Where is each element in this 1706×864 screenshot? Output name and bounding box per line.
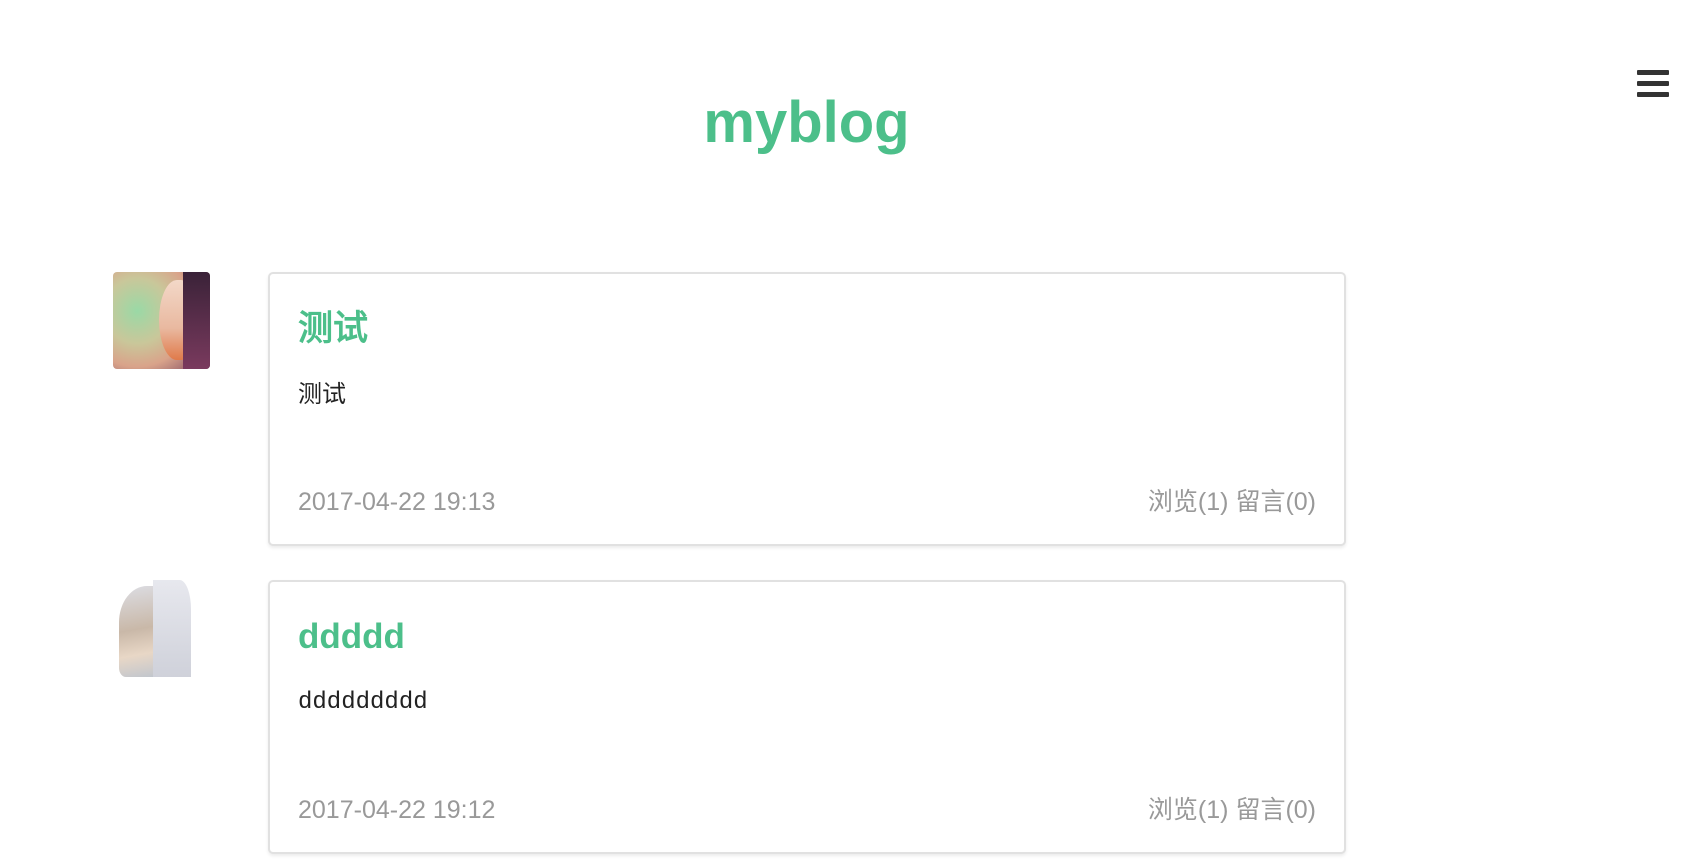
avatar-hair-shape bbox=[153, 580, 191, 677]
post-date: 2017-04-22 19:13 bbox=[298, 488, 496, 516]
post-stats: 浏览(1) 留言(0) bbox=[1148, 487, 1316, 517]
author-avatar[interactable] bbox=[113, 580, 210, 677]
post-card[interactable]: ddddd ddddddddd 2017-04-22 19:12 浏览(1) 留… bbox=[268, 580, 1346, 854]
post-views-count[interactable]: 浏览(1) bbox=[1148, 488, 1229, 516]
post-excerpt: ddddddddd bbox=[298, 689, 428, 716]
post-title[interactable]: 测试 bbox=[298, 308, 368, 350]
menu-bar bbox=[1637, 92, 1669, 97]
hamburger-menu-icon[interactable] bbox=[1637, 70, 1671, 104]
menu-bar bbox=[1637, 70, 1669, 75]
post-excerpt: 测试 bbox=[298, 381, 346, 408]
post-comments-count[interactable]: 留言(0) bbox=[1235, 488, 1316, 516]
avatar-hair-shape bbox=[183, 272, 210, 369]
post-views-count[interactable]: 浏览(1) bbox=[1148, 796, 1229, 824]
post-stats: 浏览(1) 留言(0) bbox=[1148, 795, 1316, 825]
post-date: 2017-04-22 19:12 bbox=[298, 796, 496, 824]
post-title[interactable]: ddddd bbox=[298, 616, 405, 658]
menu-bar bbox=[1637, 81, 1669, 86]
site-title[interactable]: myblog bbox=[0, 88, 1613, 158]
post-card[interactable]: 测试 测试 2017-04-22 19:13 浏览(1) 留言(0) bbox=[268, 272, 1346, 546]
author-avatar[interactable] bbox=[113, 272, 210, 369]
page: myblog 测试 测试 2017-04-22 19:13 浏览(1) 留言(0… bbox=[0, 0, 1706, 864]
post-comments-count[interactable]: 留言(0) bbox=[1235, 796, 1316, 824]
